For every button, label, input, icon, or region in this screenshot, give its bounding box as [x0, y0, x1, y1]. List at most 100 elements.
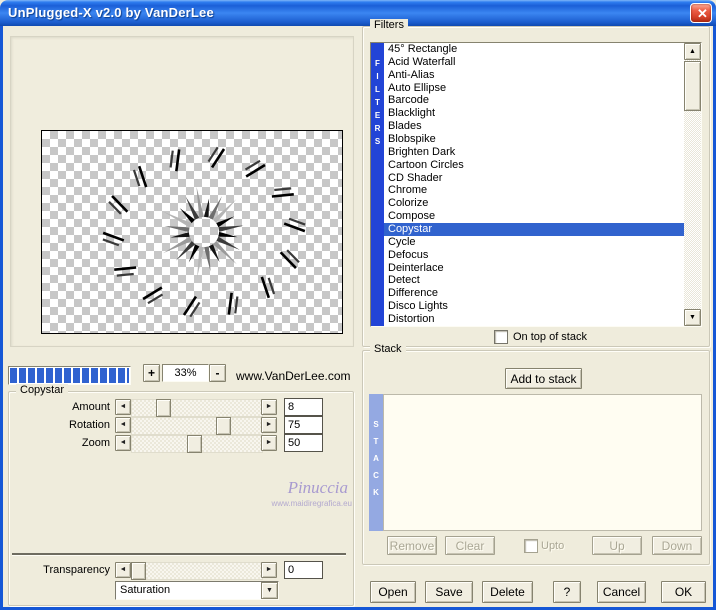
filters-list-items: 45° Rectangle Acid Waterfall Anti-Alias Aut…: [384, 43, 684, 326]
filter-item[interactable]: Cycle: [384, 236, 684, 249]
zoom-slider-row: Zoom ◄ ►: [0, 434, 352, 453]
rotation-slider-thumb[interactable]: [216, 417, 232, 435]
minus-icon: -: [215, 365, 220, 380]
progress-bar: [8, 366, 131, 385]
filters-vertical-banner: FILTERS: [371, 43, 384, 326]
title-bar[interactable]: UnPlugged-X v2.0 by VanDerLee ✕: [0, 0, 716, 26]
filter-item[interactable]: Deinterlace: [384, 262, 684, 275]
filter-item[interactable]: Defocus: [384, 249, 684, 262]
watermark-url: www.maidiregrafica.eu: [271, 499, 352, 508]
filter-item[interactable]: Blades: [384, 120, 684, 133]
preview-panel: [10, 36, 354, 347]
add-to-stack-button[interactable]: Add to stack: [505, 368, 582, 389]
on-top-of-stack-checkbox[interactable]: [494, 330, 508, 344]
filter-item[interactable]: Cartoon Circles: [384, 159, 684, 172]
down-arrow-icon: ▼: [689, 314, 696, 321]
clear-button[interactable]: Clear: [445, 536, 495, 555]
filter-item[interactable]: Difference: [384, 287, 684, 300]
transparency-value-input[interactable]: [284, 561, 323, 579]
blend-mode-value: Saturation: [120, 584, 171, 596]
copystar-group-label: Copystar: [16, 384, 69, 396]
rotation-label: Rotation: [69, 419, 110, 431]
filter-item[interactable]: Brighten Dark: [384, 146, 684, 159]
scroll-up-button[interactable]: ▲: [684, 43, 701, 60]
window-title: UnPlugged-X v2.0 by VanDerLee: [8, 5, 214, 20]
up-button[interactable]: Up: [592, 536, 642, 555]
amount-slider-thumb[interactable]: [155, 399, 171, 417]
filter-item[interactable]: Blacklight: [384, 107, 684, 120]
chevron-down-icon[interactable]: ▼: [261, 582, 278, 599]
zoom-decrement-button[interactable]: ◄: [115, 435, 131, 451]
filter-item[interactable]: Auto Ellipse: [384, 82, 684, 95]
filter-item[interactable]: Acid Waterfall: [384, 56, 684, 69]
preview-image: [41, 130, 343, 334]
vendor-website: www.VanDerLee.com: [236, 369, 351, 383]
ok-button[interactable]: OK: [661, 581, 706, 603]
amount-increment-button[interactable]: ►: [261, 399, 277, 415]
right-arrow-icon: ►: [265, 439, 273, 446]
rotation-decrement-button[interactable]: ◄: [115, 417, 131, 433]
rotation-increment-button[interactable]: ►: [261, 417, 277, 433]
watermark-signature: Pinuccia: [287, 478, 348, 497]
transparency-increment-button[interactable]: ►: [261, 562, 277, 578]
up-arrow-icon: ▲: [689, 48, 696, 55]
filter-item[interactable]: Disco Lights: [384, 300, 684, 313]
upto-label: Upto: [541, 540, 565, 552]
save-button[interactable]: Save: [425, 581, 473, 603]
rotation-slider-track[interactable]: [131, 417, 263, 435]
open-button[interactable]: Open: [370, 581, 416, 603]
transparency-slider-track[interactable]: [131, 562, 263, 580]
filter-item[interactable]: Colorize: [384, 197, 684, 210]
zoom-out-button[interactable]: -: [209, 364, 226, 382]
filters-group-label: Filters: [370, 19, 408, 31]
filter-item[interactable]: Compose: [384, 210, 684, 223]
filter-item[interactable]: Blobspike: [384, 133, 684, 146]
stack-group-label: Stack: [370, 343, 406, 355]
right-arrow-icon: ►: [265, 421, 273, 428]
right-arrow-icon: ►: [265, 566, 273, 573]
remove-button[interactable]: Remove: [387, 536, 437, 555]
filter-item[interactable]: Copystar: [384, 223, 684, 236]
zoom-slider-thumb[interactable]: [187, 435, 203, 453]
cancel-button[interactable]: Cancel: [597, 581, 646, 603]
filters-list[interactable]: FILTERS 45° Rectangle Acid Waterfall Anti-…: [370, 42, 702, 327]
amount-slider-track[interactable]: [131, 399, 263, 417]
amount-slider-row: Amount ◄ ►: [0, 398, 352, 417]
zoom-value-input[interactable]: [284, 434, 323, 452]
zoom-increment-button[interactable]: ►: [261, 435, 277, 451]
filter-item[interactable]: Detect: [384, 274, 684, 287]
rotation-slider-row: Rotation ◄ ►: [0, 416, 352, 435]
filter-item[interactable]: CD Shader: [384, 172, 684, 185]
dialog-window: UnPlugged-X v2.0 by VanDerLee ✕ + 33% - …: [0, 0, 716, 610]
on-top-of-stack-label: On top of stack: [513, 331, 587, 343]
filter-item[interactable]: Anti-Alias: [384, 69, 684, 82]
close-icon: ✕: [697, 6, 708, 21]
amount-label: Amount: [72, 401, 110, 413]
amount-value-input[interactable]: [284, 398, 323, 416]
amount-decrement-button[interactable]: ◄: [115, 399, 131, 415]
scroll-down-button[interactable]: ▼: [684, 309, 701, 326]
stack-list[interactable]: [383, 394, 702, 531]
delete-button[interactable]: Delete: [482, 581, 533, 603]
help-button[interactable]: ?: [553, 581, 581, 603]
zoom-in-button[interactable]: +: [143, 364, 160, 382]
progress-blocks: [10, 368, 129, 383]
separator-line: [12, 553, 346, 555]
scrollbar-thumb[interactable]: [684, 61, 701, 111]
right-arrow-icon: ►: [265, 403, 273, 410]
down-button[interactable]: Down: [652, 536, 702, 555]
upto-checkbox[interactable]: [524, 539, 538, 553]
left-arrow-icon: ◄: [119, 439, 127, 446]
blend-mode-select[interactable]: Saturation ▼: [115, 581, 279, 600]
filter-item[interactable]: Distortion: [384, 313, 684, 326]
close-button[interactable]: ✕: [690, 3, 712, 23]
transparency-slider-thumb[interactable]: [131, 562, 146, 580]
rotation-value-input[interactable]: [284, 416, 323, 434]
transparency-decrement-button[interactable]: ◄: [115, 562, 131, 578]
transparency-label: Transparency: [43, 564, 110, 576]
filter-item[interactable]: Barcode: [384, 94, 684, 107]
filter-item[interactable]: 45° Rectangle: [384, 43, 684, 56]
stack-vertical-banner: STACK: [369, 394, 383, 531]
filters-scrollbar[interactable]: ▲ ▼: [684, 43, 701, 326]
filter-item[interactable]: Chrome: [384, 184, 684, 197]
